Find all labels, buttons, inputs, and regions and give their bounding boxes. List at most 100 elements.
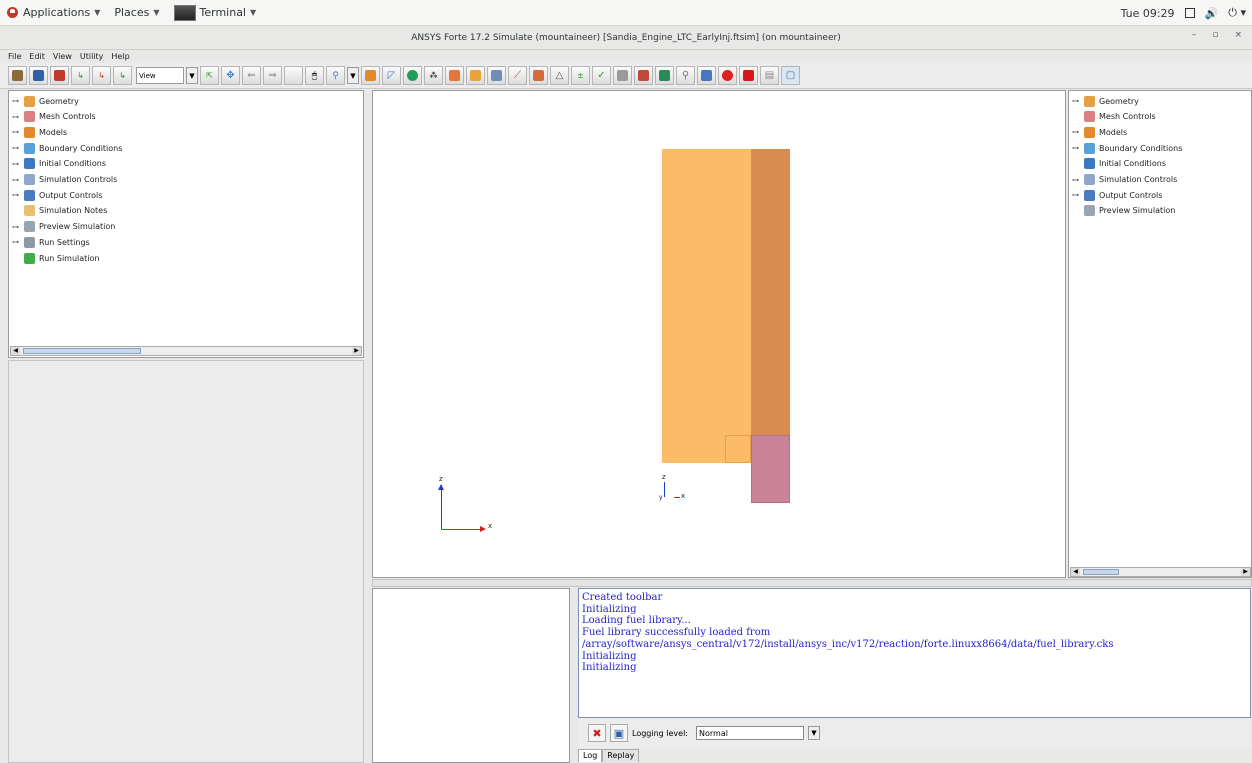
export-icon[interactable] bbox=[634, 66, 653, 85]
applications-menu[interactable]: Applications ▼ bbox=[0, 0, 107, 26]
menu-help[interactable]: Help bbox=[111, 52, 129, 61]
grid-icon[interactable] bbox=[487, 66, 506, 85]
expand-toggle-icon[interactable]: ⊶ bbox=[12, 113, 24, 121]
monitor-icon[interactable] bbox=[697, 66, 716, 85]
plus-minus-icon[interactable]: ± bbox=[571, 66, 590, 85]
save-log-button[interactable]: ▣ bbox=[610, 724, 628, 742]
grey-block-icon[interactable] bbox=[613, 66, 632, 85]
settings-icon[interactable] bbox=[655, 66, 674, 85]
tab-log[interactable]: Log bbox=[578, 749, 603, 762]
stop-icon[interactable] bbox=[739, 66, 758, 85]
tab-replay[interactable]: Replay bbox=[602, 749, 640, 762]
places-menu[interactable]: Places ▼ bbox=[107, 0, 166, 26]
left-tree-item-preview-simulation[interactable]: ⊶ Preview Simulation bbox=[12, 220, 115, 234]
power-icon[interactable]: ⏻ ▾ bbox=[1228, 6, 1246, 20]
expand-toggle-icon[interactable]: ⊶ bbox=[1072, 97, 1084, 105]
expand-toggle-icon[interactable]: ⊶ bbox=[12, 191, 24, 199]
record-icon[interactable] bbox=[718, 66, 737, 85]
left-tree-item-geometry[interactable]: ⊶ Geometry bbox=[12, 94, 79, 108]
view-combo[interactable]: View bbox=[136, 67, 184, 84]
right-tree-item-geometry[interactable]: ⊶ Geometry bbox=[1072, 94, 1139, 108]
left-tree-item-simulation-notes[interactable]: Simulation Notes bbox=[12, 204, 107, 218]
scroll-thumb[interactable] bbox=[1083, 569, 1119, 575]
pan-icon[interactable]: ✥ bbox=[221, 66, 240, 85]
logging-level-dropdown-button[interactable]: ▼ bbox=[808, 726, 820, 740]
left-tree-item-simulation-controls[interactable]: ⊶ Simulation Controls bbox=[12, 173, 117, 187]
left-tree-item-initial-conditions[interactable]: ⊶ Initial Conditions bbox=[12, 157, 106, 171]
menu-view[interactable]: View bbox=[53, 52, 72, 61]
back-icon[interactable]: ⇐ bbox=[242, 66, 261, 85]
log-output[interactable]: Created toolbar Initializing Loading fuel … bbox=[578, 588, 1251, 718]
left-tree-item-models[interactable]: ⊶ Models bbox=[12, 125, 67, 139]
expand-toggle-icon[interactable]: ⊶ bbox=[12, 144, 24, 152]
close-button[interactable]: × bbox=[1234, 30, 1242, 40]
right-tree-item-preview-simulation[interactable]: Preview Simulation bbox=[1072, 204, 1175, 218]
scroll-right-icon[interactable]: ▶ bbox=[352, 347, 361, 355]
iso-icon[interactable]: △ bbox=[550, 66, 569, 85]
scroll-thumb[interactable] bbox=[23, 348, 141, 354]
menu-utility[interactable]: Utility bbox=[80, 52, 104, 61]
chart-icon[interactable] bbox=[445, 66, 464, 85]
search-icon[interactable]: ⚲ bbox=[676, 66, 695, 85]
mouse-icon[interactable]: 🖱 bbox=[305, 66, 324, 85]
expand-toggle-icon[interactable]: ⊶ bbox=[12, 176, 24, 184]
maximize-button[interactable]: ▫ bbox=[1212, 30, 1218, 40]
sphere-icon[interactable] bbox=[403, 66, 422, 85]
expand-toggle-icon[interactable]: ⊶ bbox=[12, 128, 24, 136]
logging-level-select[interactable]: Normal bbox=[696, 726, 804, 740]
right-tree-item-models[interactable]: ⊶ Models bbox=[1072, 125, 1127, 139]
fit-view-icon[interactable]: ⇱ bbox=[200, 66, 219, 85]
check-icon[interactable]: ✓ bbox=[592, 66, 611, 85]
probe-icon[interactable] bbox=[529, 66, 548, 85]
blank-icon[interactable] bbox=[284, 66, 303, 85]
right-tree-item-initial-conditions[interactable]: Initial Conditions bbox=[1072, 157, 1166, 171]
right-tree-item-output-controls[interactable]: ⊶ Output Controls bbox=[1072, 188, 1162, 202]
zoom-icon[interactable]: ⚲ bbox=[326, 66, 345, 85]
menu-file[interactable]: File bbox=[8, 52, 21, 61]
expand-toggle-icon[interactable]: ⊶ bbox=[12, 223, 24, 231]
save-button[interactable] bbox=[29, 66, 48, 85]
volume-icon[interactable]: 🔊 bbox=[1205, 7, 1219, 20]
expand-toggle-icon[interactable]: ⊶ bbox=[1072, 144, 1084, 152]
left-tree-scrollbar[interactable]: ◀ ▶ bbox=[10, 346, 362, 356]
view-dropdown-button[interactable]: ▼ bbox=[186, 67, 198, 84]
expand-toggle-icon[interactable]: ⊶ bbox=[1072, 128, 1084, 136]
menu-edit[interactable]: Edit bbox=[29, 52, 45, 61]
right-tree-item-simulation-controls[interactable]: ⊶ Simulation Controls bbox=[1072, 173, 1177, 187]
scroll-right-icon[interactable]: ▶ bbox=[1241, 568, 1250, 576]
chart-alt-icon[interactable] bbox=[466, 66, 485, 85]
left-tree-item-boundary-conditions[interactable]: ⊶ Boundary Conditions bbox=[12, 141, 122, 155]
expand-toggle-icon[interactable]: ⊶ bbox=[12, 238, 24, 246]
surface-icon[interactable] bbox=[361, 66, 380, 85]
page-icon[interactable]: ▢ bbox=[781, 66, 800, 85]
right-tree-scrollbar[interactable]: ◀ ▶ bbox=[1070, 567, 1251, 577]
minimize-button[interactable]: – bbox=[1192, 30, 1197, 40]
right-tree-item-boundary-conditions[interactable]: ⊶ Boundary Conditions bbox=[1072, 141, 1182, 155]
3d-viewport[interactable]: z y x z x bbox=[372, 90, 1066, 578]
terminal-menu[interactable]: Terminal ▼ bbox=[167, 0, 264, 26]
scroll-left-icon[interactable]: ◀ bbox=[1071, 568, 1080, 576]
clear-log-button[interactable]: ✖ bbox=[588, 724, 606, 742]
screen-icon[interactable] bbox=[1184, 8, 1195, 18]
left-tree-item-mesh-controls[interactable]: ⊶ Mesh Controls bbox=[12, 110, 96, 124]
open-project-button[interactable] bbox=[8, 66, 27, 85]
line-icon[interactable]: ⟋ bbox=[508, 66, 527, 85]
axis-yz-icon[interactable]: ↳ bbox=[113, 66, 132, 85]
expand-toggle-icon[interactable]: ⊶ bbox=[1072, 176, 1084, 184]
spray-icon[interactable]: ⁂ bbox=[424, 66, 443, 85]
left-tree-item-output-controls[interactable]: ⊶ Output Controls bbox=[12, 188, 102, 202]
left-tree-item-run-simulation[interactable]: Run Simulation bbox=[12, 251, 100, 265]
axis-xz-icon[interactable]: ↳ bbox=[92, 66, 111, 85]
save-as-button[interactable] bbox=[50, 66, 69, 85]
zoom-dropdown-button[interactable]: ▼ bbox=[347, 67, 359, 84]
left-tree-item-run-settings[interactable]: ⊶ Run Settings bbox=[12, 235, 90, 249]
axis-xy-icon[interactable]: ↳ bbox=[71, 66, 90, 85]
notes-icon[interactable]: ▤ bbox=[760, 66, 779, 85]
expand-toggle-icon[interactable]: ⊶ bbox=[1072, 191, 1084, 199]
clock[interactable]: Tue 09:29 bbox=[1121, 7, 1175, 20]
expand-toggle-icon[interactable]: ⊶ bbox=[12, 160, 24, 168]
forward-icon[interactable]: ⇒ bbox=[263, 66, 282, 85]
expand-toggle-icon[interactable]: ⊶ bbox=[12, 97, 24, 105]
outline-icon[interactable]: ◸ bbox=[382, 66, 401, 85]
right-tree-item-mesh-controls[interactable]: Mesh Controls bbox=[1072, 110, 1156, 124]
